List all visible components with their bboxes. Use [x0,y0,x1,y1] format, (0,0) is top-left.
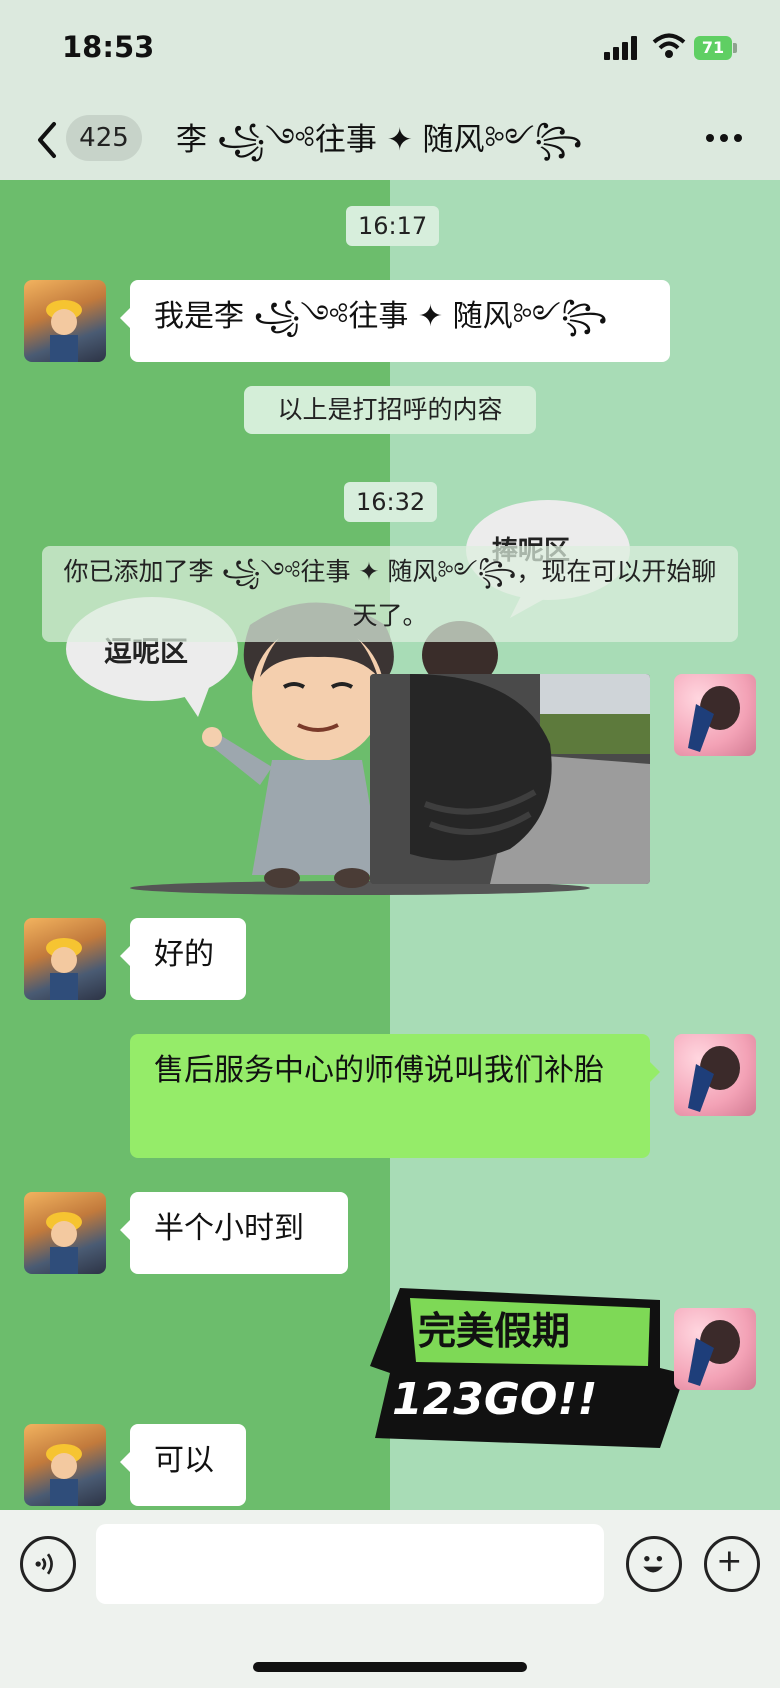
avatar[interactable] [24,280,106,362]
unread-count-badge[interactable]: 425 [66,115,142,161]
cellular-signal-icon [604,36,637,60]
message-bubble-received[interactable]: 可以 [120,1424,246,1506]
avatar-self[interactable] [674,674,756,756]
timestamp: 16:17 [346,206,440,246]
avatar[interactable] [24,1192,106,1274]
chat-title: 李 ꧁༺往事 ✦ 随风༻꧂ [176,122,583,158]
avatar-worker-icon [46,1444,82,1506]
tire-photo-icon [370,674,650,884]
home-indicator [253,1662,527,1672]
battery-tip [733,43,737,53]
avatar-self[interactable] [674,1034,756,1116]
sticker-text-line2: 123GO!! [392,1374,598,1425]
more-dots-icon[interactable] [704,130,744,146]
voice-icon[interactable] [20,1536,76,1592]
avatar-worker-icon [46,1212,82,1274]
chevron-left-icon[interactable] [30,118,70,162]
system-message-friend-added: 你已添加了李 ꧁༺往事 ✦ 随风༻꧂，现在可以开始聊天了。 [42,546,738,642]
status-time: 18:53 [62,30,155,64]
system-message: 以上是打招呼的内容 [244,386,536,434]
message-bubble-received[interactable]: 半个小时到 [120,1192,348,1274]
message-bubble-received[interactable]: 我是李 ꧁༺往事 ✦ 随风༻꧂ [120,280,670,362]
timestamp: 16:32 [344,482,438,522]
avatar-self-icon [688,1046,740,1112]
avatar-worker-icon [46,300,82,362]
plus-icon[interactable] [704,1536,760,1592]
avatar-self-icon [688,1320,740,1386]
wifi-icon [652,33,686,58]
message-bubble-sent[interactable]: 售后服务中心的师傅说叫我们补胎 [130,1034,660,1158]
message-input[interactable] [96,1524,604,1604]
avatar[interactable] [24,1424,106,1506]
sticker-text-line1: 完美假期 [418,1309,571,1353]
avatar[interactable] [24,918,106,1000]
message-bubble-received[interactable]: 好的 [120,918,246,1000]
avatar-self[interactable] [674,1308,756,1390]
avatar-self-icon [688,686,740,752]
battery-icon: 71 [694,36,732,60]
avatar-worker-icon [46,938,82,1000]
photo-message-tire[interactable] [370,674,650,884]
emoji-icon[interactable] [626,1536,682,1592]
